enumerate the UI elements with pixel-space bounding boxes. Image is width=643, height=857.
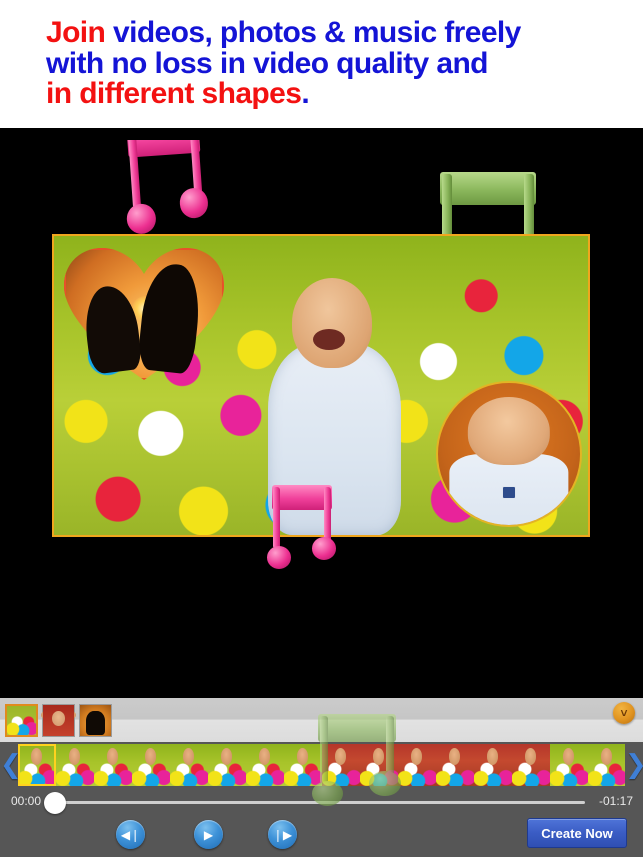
- scrubber-handle[interactable]: [44, 792, 66, 814]
- previous-button[interactable]: ◀❘: [116, 820, 145, 849]
- video-subject-head: [291, 277, 372, 368]
- filmstrip-frame[interactable]: [208, 744, 246, 786]
- chevron-left-icon[interactable]: ❮: [0, 750, 22, 780]
- music-note-green-overlay-icon: [311, 714, 401, 806]
- headline-line1-red: Join: [46, 16, 114, 49]
- asset-thumb-photo-1[interactable]: [42, 704, 75, 737]
- filmstrip-frame[interactable]: [56, 744, 94, 786]
- filmstrip-frame[interactable]: [398, 744, 436, 786]
- inset-subject-head: [467, 397, 551, 466]
- headline-line3-red: in different shapes: [46, 77, 302, 110]
- filmstrip-frame[interactable]: [94, 744, 132, 786]
- music-note-pink-bottom-icon: [267, 485, 336, 569]
- headline-line3-period: .: [301, 77, 310, 110]
- circle-shape-overlay: [436, 381, 582, 527]
- filmstrip-frame[interactable]: [550, 744, 588, 786]
- filmstrip-frame[interactable]: [284, 744, 322, 786]
- video-subject-mouth: [312, 328, 346, 350]
- chevron-down-icon[interactable]: ˅: [613, 702, 635, 724]
- next-button[interactable]: ❘▶: [268, 820, 297, 849]
- create-now-button[interactable]: Create Now: [527, 818, 627, 848]
- filmstrip-frame[interactable]: [170, 744, 208, 786]
- filmstrip-frame[interactable]: [18, 744, 56, 786]
- transport-controls: ◀❘ ▶ ❘▶ Create Now: [0, 818, 643, 857]
- video-preview-stage[interactable]: [0, 140, 643, 690]
- asset-thumb-video[interactable]: [5, 704, 38, 737]
- chevron-right-icon[interactable]: ❯: [625, 750, 643, 780]
- play-button[interactable]: ▶: [194, 820, 223, 849]
- current-time-label: 00:00: [11, 794, 42, 808]
- asset-thumbnail-list: [5, 704, 112, 737]
- asset-thumb-photo-2[interactable]: [79, 704, 112, 737]
- filmstrip-frame[interactable]: [132, 744, 170, 786]
- app-screen: Join videos, photos & music freely with …: [0, 0, 643, 857]
- headline-line2: with no loss in video quality and: [46, 46, 489, 80]
- heart-shape-overlay: [64, 240, 228, 385]
- filmstrip-frame[interactable]: [474, 744, 512, 786]
- promo-banner: Join videos, photos & music freely with …: [0, 0, 643, 128]
- music-note-pink-top-icon: [126, 140, 210, 235]
- promo-headline: Join videos, photos & music freely with …: [46, 16, 616, 110]
- filmstrip-frame[interactable]: [246, 744, 284, 786]
- headline-line1-blue: videos, photos & music freely: [113, 16, 521, 49]
- remaining-time-label: -01:17: [598, 794, 633, 808]
- filmstrip-frame[interactable]: [436, 744, 474, 786]
- filmstrip-frame[interactable]: [512, 744, 550, 786]
- collapse-glyph: ˅: [620, 706, 628, 720]
- filmstrip-frame[interactable]: [588, 744, 625, 786]
- inset-garment-tag: [502, 486, 516, 500]
